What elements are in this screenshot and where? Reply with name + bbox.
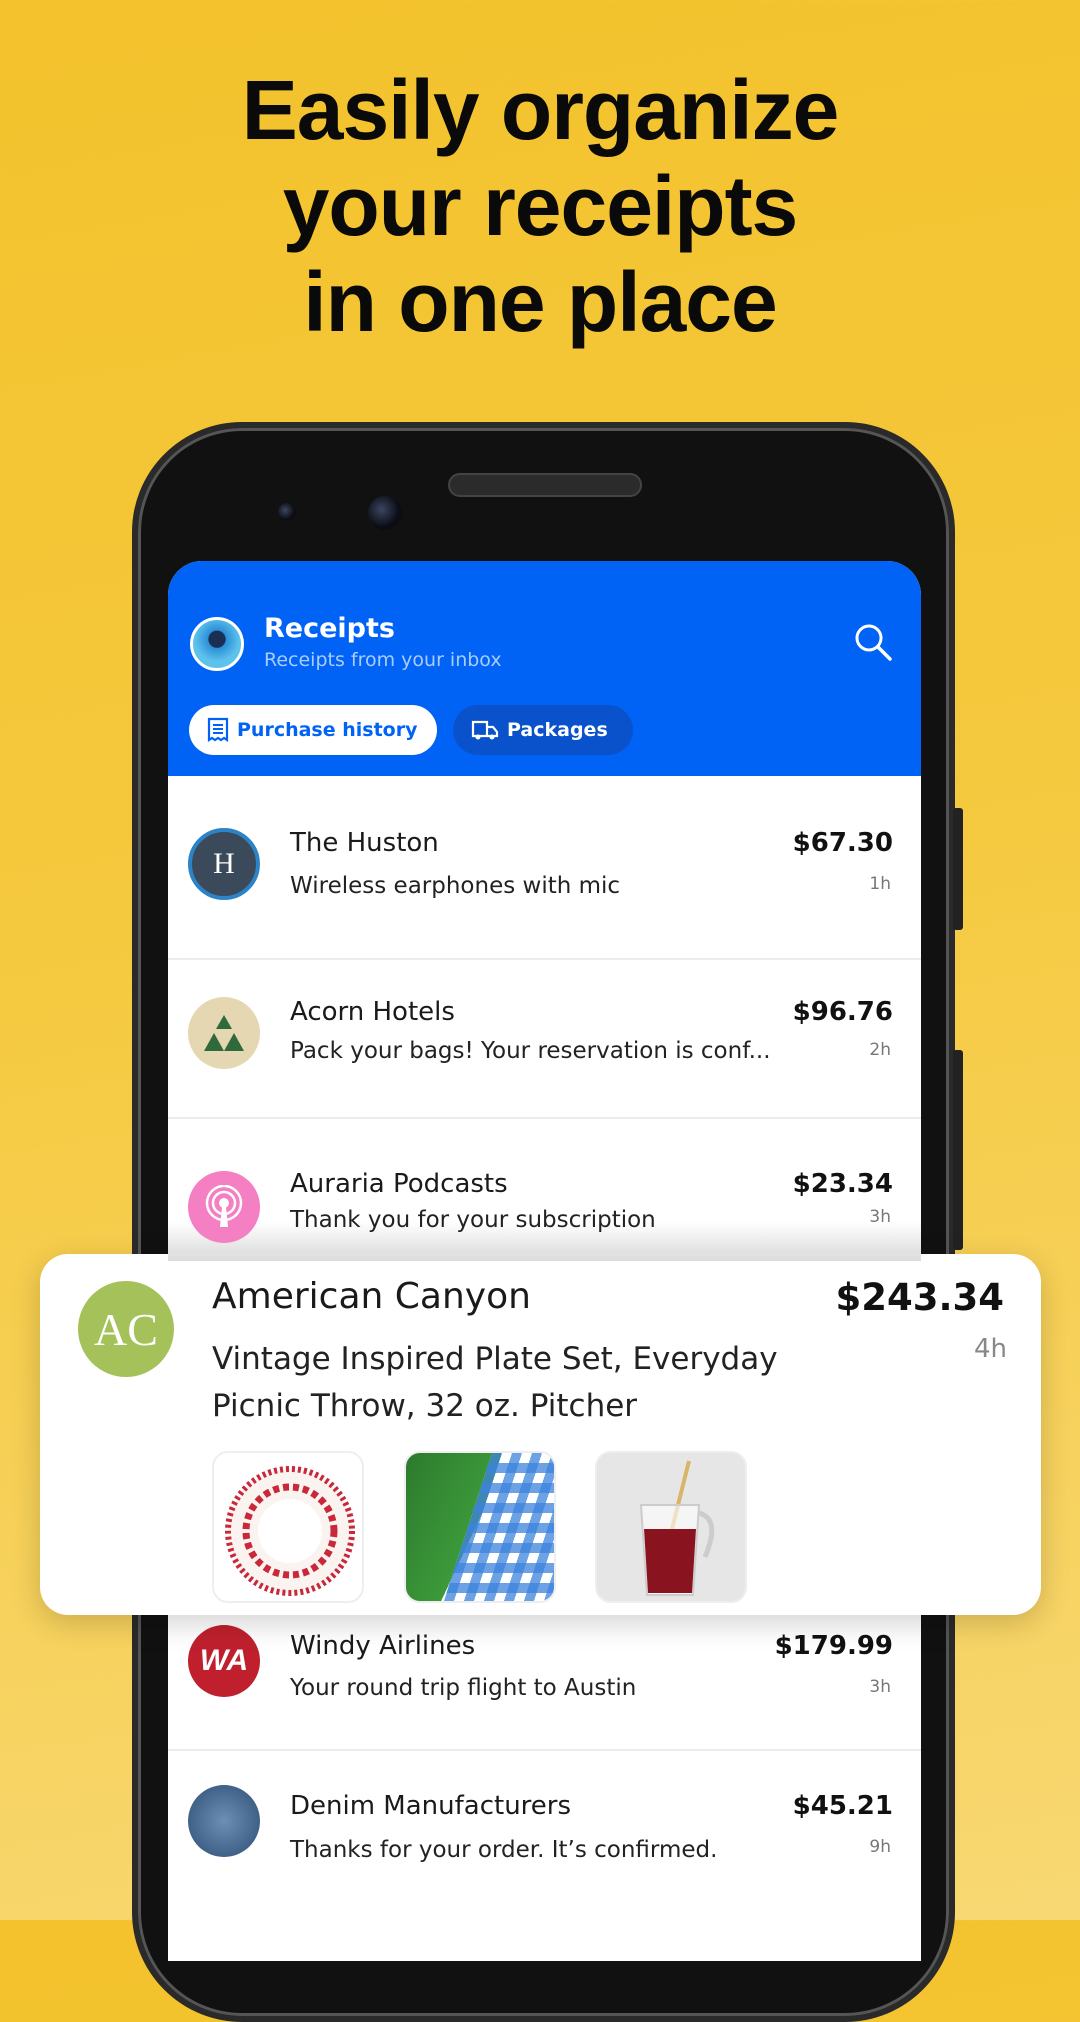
receipt-row[interactable]: Acorn Hotels Pack your bags! Your reserv… xyxy=(168,960,921,1119)
receipt-description: Wireless earphones with mic xyxy=(290,873,621,899)
receipt-description: Pack your bags! Your reservation is conf… xyxy=(290,1038,771,1064)
page-title: Receipts xyxy=(264,613,395,644)
receipt-price: $23.34 xyxy=(792,1169,893,1199)
receipt-row[interactable]: H The Huston Wireless earphones with mic… xyxy=(168,776,921,960)
receipt-time: 9h xyxy=(869,1837,891,1857)
page-subtitle: Receipts from your inbox xyxy=(264,649,502,671)
avatar[interactable] xyxy=(190,617,244,671)
app-header: Receipts Receipts from your inbox Purcha… xyxy=(168,561,921,776)
search-icon[interactable] xyxy=(852,621,894,663)
merchant-name: Windy Airlines xyxy=(290,1631,476,1661)
receipt-time: 3h xyxy=(869,1207,891,1227)
receipt-time: 4h xyxy=(973,1334,1007,1364)
receipt-icon xyxy=(207,717,229,743)
truck-icon xyxy=(471,720,499,740)
merchant-name: The Huston xyxy=(290,828,439,858)
item-thumbnail-pitcher[interactable] xyxy=(595,1451,747,1603)
receipt-description: Your round trip flight to Austin xyxy=(290,1675,637,1701)
receipt-description: Vintage Inspired Plate Set, Everyday Pic… xyxy=(212,1341,778,1424)
receipt-price: $67.30 xyxy=(792,828,893,858)
receipt-description: Thanks for your order. It’s confirmed. xyxy=(290,1837,718,1863)
receipt-price: $96.76 xyxy=(792,997,893,1027)
headline: Easily organize your receipts in one pla… xyxy=(241,63,840,349)
merchant-name: Auraria Podcasts xyxy=(290,1169,508,1199)
receipt-time: 2h xyxy=(869,1040,891,1060)
receipt-row[interactable]: Denim Manufacturers Thanks for your orde… xyxy=(168,1751,921,1951)
podcast-logo xyxy=(188,1171,260,1243)
receipt-row[interactable]: Auraria Podcasts Thank you for your subs… xyxy=(168,1119,921,1249)
tab-purchase-history[interactable]: Purchase history xyxy=(189,705,437,755)
receipt-description: Thank you for your subscription xyxy=(290,1207,656,1233)
item-thumbnail-picnic-throw[interactable] xyxy=(404,1451,556,1603)
merchant-logo: AC xyxy=(78,1281,174,1377)
receipt-row[interactable]: WA Windy Airlines Your round trip flight… xyxy=(168,1615,921,1751)
receipt-time: 1h xyxy=(869,874,891,894)
item-thumbnail-plate[interactable] xyxy=(212,1451,364,1603)
phone-side-button xyxy=(953,1050,963,1250)
tab-packages[interactable]: Packages xyxy=(453,705,633,755)
merchant-logo: H xyxy=(188,828,260,900)
camera-icon xyxy=(278,503,296,521)
merchant-name: Denim Manufacturers xyxy=(290,1791,572,1821)
merchant-name: Acorn Hotels xyxy=(290,997,455,1027)
merchant-name: American Canyon xyxy=(212,1276,531,1317)
camera-icon xyxy=(368,496,402,530)
merchant-logo: WA xyxy=(188,1625,260,1697)
receipt-time: 3h xyxy=(869,1677,891,1697)
receipt-price: $243.34 xyxy=(835,1276,1004,1319)
merchant-logo xyxy=(188,1785,260,1857)
phone-speaker xyxy=(448,473,642,497)
merchant-logo xyxy=(188,997,260,1069)
receipt-price: $179.99 xyxy=(774,1631,893,1661)
featured-receipt-card[interactable]: AC American Canyon Vintage Inspired Plat… xyxy=(40,1254,1041,1615)
phone-side-button xyxy=(953,808,963,930)
receipt-price: $45.21 xyxy=(792,1791,893,1821)
